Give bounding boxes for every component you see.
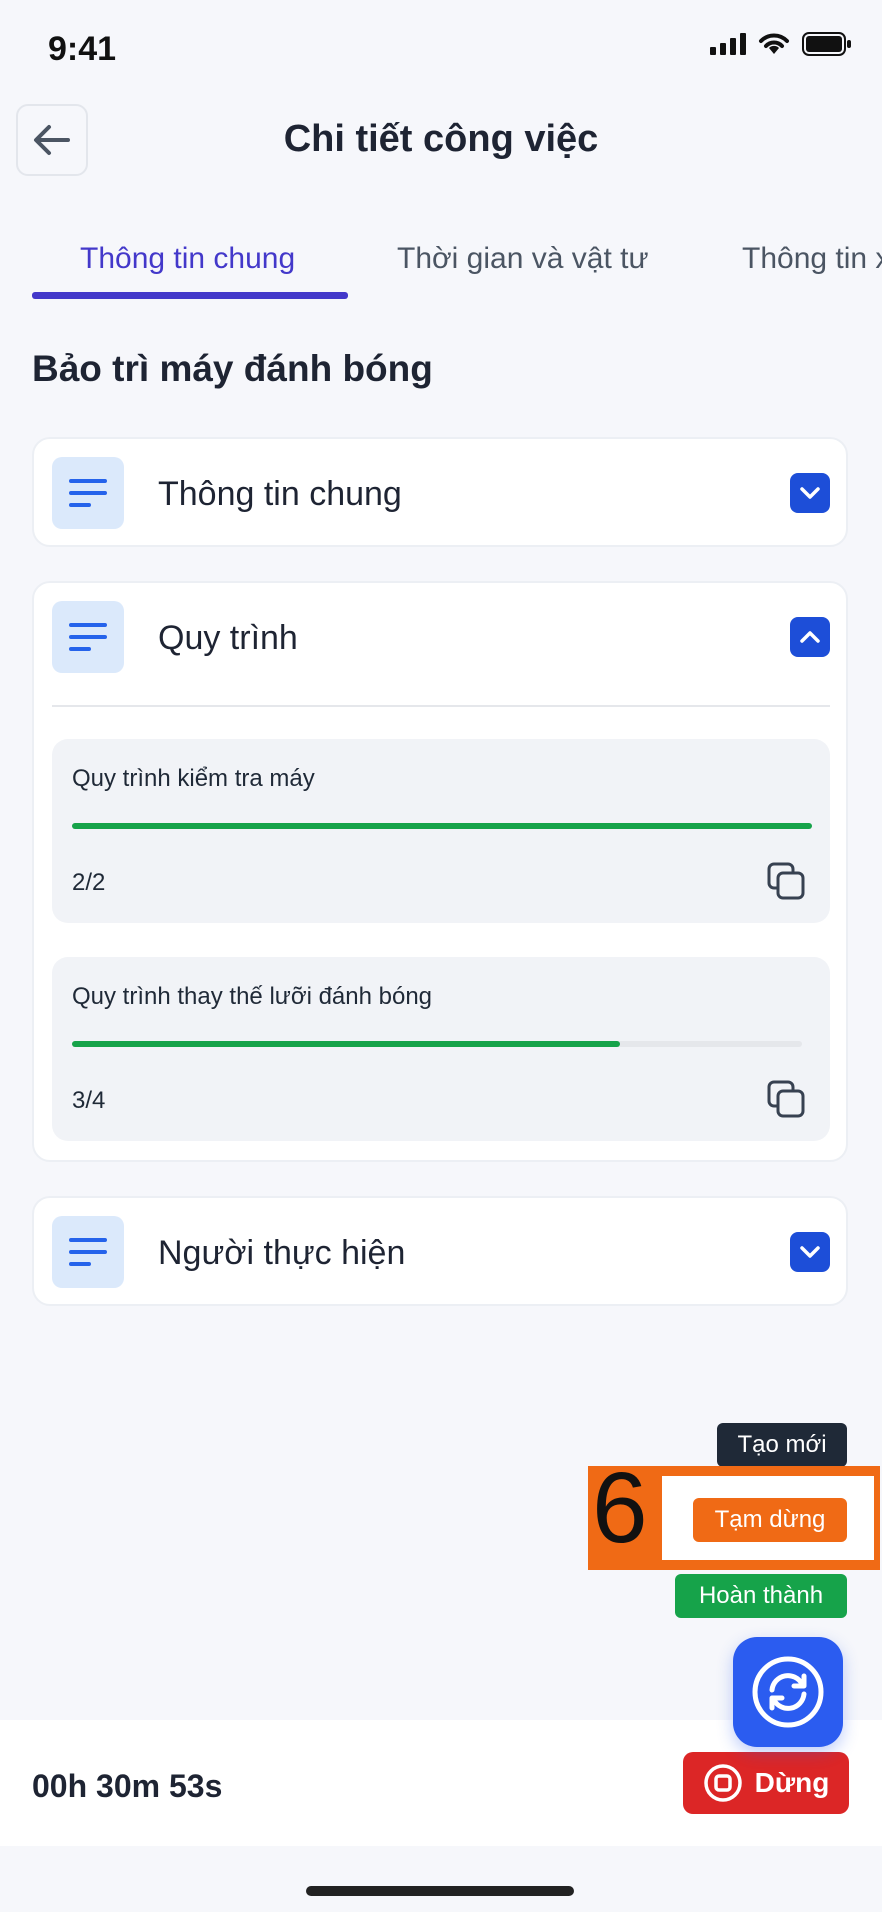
card-general-info[interactable]: Thông tin chung [32, 437, 848, 547]
section-title: Bảo trì máy đánh bóng [32, 348, 433, 389]
progress-bar [72, 1041, 802, 1047]
complete-button[interactable]: Hoàn thành [675, 1574, 847, 1618]
create-button[interactable]: Tạo mới [717, 1423, 847, 1467]
progress-bar [72, 823, 812, 829]
battery-icon [802, 32, 851, 56]
signal-icon [710, 33, 746, 55]
stop-button[interactable]: Dừng [683, 1752, 849, 1814]
card-label: Thông tin chung [158, 475, 402, 513]
expand-button[interactable] [790, 473, 830, 513]
progress-fill [72, 823, 812, 829]
list-icon [52, 457, 124, 529]
card-label: Người thực hiện [158, 1234, 406, 1272]
card-label: Quy trình [158, 619, 298, 657]
annotation-number: 6 [592, 1452, 648, 1564]
copy-icon[interactable] [766, 861, 806, 901]
tab-time-materials[interactable]: Thời gian và vật tư [397, 242, 649, 276]
process-title: Quy trình thay thế lưỡi đánh bóng [72, 983, 433, 1010]
expand-button[interactable] [790, 1232, 830, 1272]
stop-label: Dừng [754, 1767, 830, 1798]
stop-icon [703, 1764, 742, 1802]
home-indicator [306, 1886, 574, 1896]
card-process: Quy trình Quy trình kiểm tra máy 2/2 Quy… [32, 581, 848, 1162]
switch-fab[interactable] [733, 1637, 843, 1747]
divider [52, 705, 830, 707]
refresh-icon [752, 1656, 824, 1728]
status-time: 9:41 [48, 30, 117, 68]
wifi-icon [759, 33, 789, 54]
process-item[interactable]: Quy trình kiểm tra máy 2/2 [52, 739, 830, 923]
copy-icon[interactable] [766, 1079, 806, 1119]
page-title: Chi tiết công việc [283, 118, 599, 160]
card-performer[interactable]: Người thực hiện [32, 1196, 848, 1306]
status-icons [710, 32, 852, 56]
chevron-up-icon [800, 631, 820, 643]
list-icon [52, 601, 124, 673]
tab-other-info[interactable]: Thông tin x [742, 242, 882, 276]
chevron-down-icon [800, 1246, 820, 1258]
collapse-button[interactable] [790, 617, 830, 657]
process-count: 3/4 [72, 1087, 106, 1114]
timer: 00h 30m 53s [32, 1768, 223, 1804]
tab-general-info[interactable]: Thông tin chung [80, 242, 295, 276]
process-title: Quy trình kiểm tra máy [72, 765, 315, 792]
process-count: 2/2 [72, 869, 106, 896]
chevron-down-icon [800, 487, 820, 499]
pause-button[interactable]: Tạm dừng [693, 1498, 847, 1542]
list-icon [52, 1216, 124, 1288]
progress-fill [72, 1041, 620, 1047]
active-tab-indicator [32, 292, 348, 299]
process-item[interactable]: Quy trình thay thế lưỡi đánh bóng 3/4 [52, 957, 830, 1141]
